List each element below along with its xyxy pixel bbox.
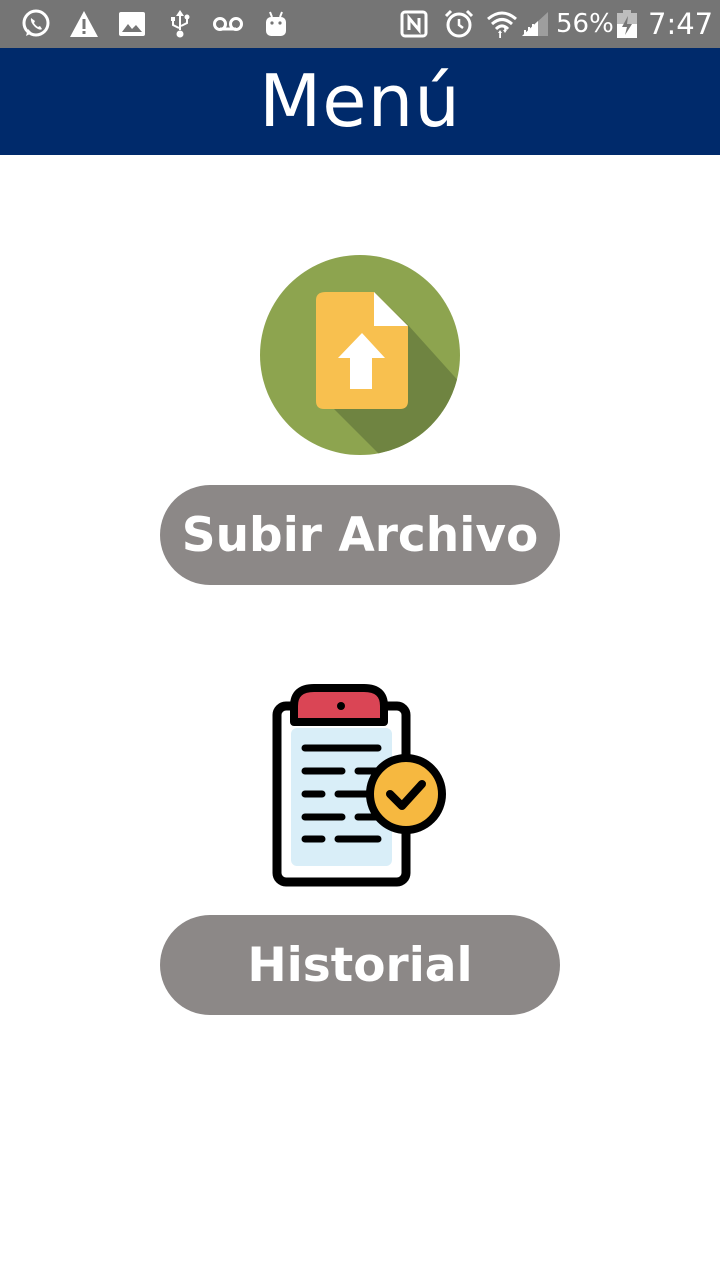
voicemail-icon	[212, 8, 244, 40]
history-button[interactable]: Historial	[160, 915, 560, 1015]
signal-icon	[520, 8, 552, 40]
app-bar: Menú	[0, 48, 720, 155]
usb-icon	[164, 8, 196, 40]
alarm-icon	[443, 8, 475, 40]
warning-icon	[68, 8, 100, 40]
wifi-icon	[486, 8, 518, 40]
android-icon	[260, 8, 292, 40]
whatsapp-icon	[20, 8, 52, 40]
battery-icon	[612, 8, 644, 40]
nfc-icon	[398, 8, 430, 40]
clipboard-check-icon[interactable]	[270, 684, 450, 888]
page-title: Menú	[259, 59, 461, 143]
clock: 7:47	[648, 7, 714, 41]
battery-percent: 56%	[556, 9, 614, 39]
status-bar: 56% 7:47	[0, 0, 720, 48]
upload-file-icon[interactable]	[260, 255, 460, 455]
image-icon	[116, 8, 148, 40]
upload-file-button[interactable]: Subir Archivo	[160, 485, 560, 585]
